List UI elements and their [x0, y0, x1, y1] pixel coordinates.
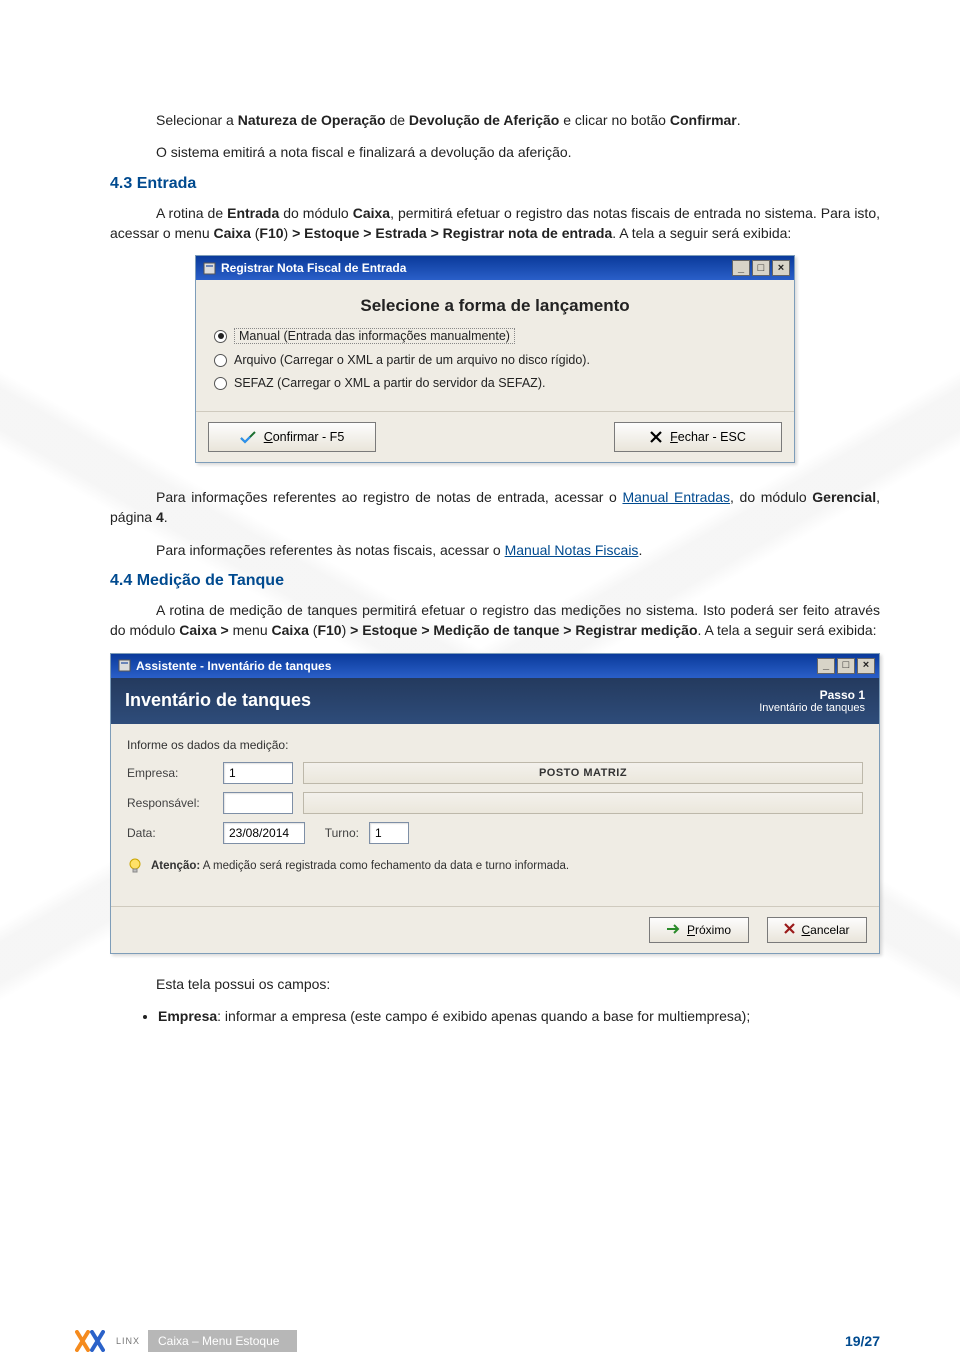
label-empresa: Empresa:	[127, 766, 213, 780]
page-number: 19/27	[845, 1333, 880, 1349]
display-empresa-name: POSTO MATRIZ	[303, 762, 863, 784]
input-responsavel-code[interactable]	[223, 792, 293, 814]
paragraph-entrada-desc: A rotina de Entrada do módulo Caixa, per…	[110, 203, 880, 244]
dialog-app-icon	[202, 261, 216, 275]
minimize-button[interactable]: _	[817, 658, 835, 674]
x-icon	[784, 923, 795, 937]
radio-icon	[214, 354, 227, 367]
paragraph-medicao-desc: A rotina de medição de tanques permitirá…	[110, 600, 880, 641]
input-empresa-code[interactable]	[223, 762, 293, 784]
radio-option-manual[interactable]: Manual (Entrada das informações manualme…	[214, 328, 776, 344]
paragraph-select-natureza: Selecionar a Natureza de Operação de Dev…	[110, 110, 880, 130]
banner-title: Inventário de tanques	[125, 690, 311, 711]
radio-icon	[214, 330, 227, 343]
dialog1-header: Selecione a forma de lançamento	[214, 296, 776, 316]
x-icon	[650, 431, 662, 443]
lightbulb-icon	[127, 858, 143, 874]
input-turno[interactable]	[369, 822, 409, 844]
heading-4-3-entrada: 4.3 Entrada	[110, 175, 880, 193]
dialog2-banner: Inventário de tanques Passo 1 Inventário…	[111, 678, 879, 724]
radio-option-arquivo[interactable]: Arquivo (Carregar o XML a partir de um a…	[214, 353, 776, 367]
paragraph-emit-nf: O sistema emitirá a nota fiscal e finali…	[110, 142, 880, 162]
row-responsavel: Responsável:	[127, 792, 863, 814]
minimize-button[interactable]: _	[732, 260, 750, 276]
attention-note: Atenção: A medição será registrada como …	[127, 858, 863, 874]
label-responsavel: Responsável:	[127, 796, 213, 810]
dialog1-titlebar: Registrar Nota Fiscal de Entrada _ □ ×	[196, 256, 794, 280]
row-data-turno: Data: Turno:	[127, 822, 863, 844]
label-turno: Turno:	[315, 826, 359, 840]
close-button[interactable]: Fechar - ESC	[614, 422, 782, 452]
row-empresa: Empresa: POSTO MATRIZ	[127, 762, 863, 784]
dialog-app-icon	[117, 659, 131, 673]
radio-label-sefaz: SEFAZ (Carregar o XML a partir do servid…	[234, 376, 545, 390]
heading-4-4-medicao-tanque: 4.4 Medição de Tanque	[110, 572, 880, 590]
link-manual-entradas[interactable]: Manual Entradas	[622, 489, 730, 505]
brand-text: LINX	[116, 1336, 140, 1346]
breadcrumb: Caixa – Menu Estoque	[148, 1330, 297, 1352]
dialog-inventario-tanques: Assistente - Inventário de tanques _ □ ×…	[110, 653, 880, 954]
paragraph-ref-manual-nf: Para informações referentes às notas fis…	[110, 540, 880, 560]
dialog2-title: Assistente - Inventário de tanques	[136, 659, 331, 673]
paragraph-ref-manual-entradas: Para informações referentes ao registro …	[110, 487, 880, 528]
dialog-registrar-nota-fiscal: Registrar Nota Fiscal de Entrada _ □ × S…	[195, 255, 795, 463]
arrow-right-icon	[667, 923, 681, 937]
banner-step: Passo 1	[759, 688, 865, 702]
next-button[interactable]: Próximo	[649, 917, 749, 943]
check-icon	[240, 431, 256, 444]
list-item: Empresa: informar a empresa (este campo …	[158, 1006, 880, 1026]
form-instruction: Informe os dados da medição:	[127, 738, 863, 752]
confirm-button[interactable]: Confirmar - F5	[208, 422, 376, 452]
input-data[interactable]	[223, 822, 305, 844]
maximize-button[interactable]: □	[752, 260, 770, 276]
display-responsavel-name	[303, 792, 863, 814]
linx-logo-icon	[70, 1328, 110, 1354]
radio-label-arquivo: Arquivo (Carregar o XML a partir de um a…	[234, 353, 590, 367]
close-window-button[interactable]: ×	[857, 658, 875, 674]
label-data: Data:	[127, 826, 213, 840]
link-manual-notas-fiscais[interactable]: Manual Notas Fiscais	[505, 542, 639, 558]
close-window-button[interactable]: ×	[772, 260, 790, 276]
paragraph-campos: Esta tela possui os campos:	[110, 974, 880, 994]
cancel-button[interactable]: Cancelar	[767, 917, 867, 943]
maximize-button[interactable]: □	[837, 658, 855, 674]
dialog2-titlebar: Assistente - Inventário de tanques _ □ ×	[111, 654, 879, 678]
dialog1-title: Registrar Nota Fiscal de Entrada	[221, 261, 406, 275]
banner-step-subtitle: Inventário de tanques	[759, 702, 865, 714]
field-list: Empresa: informar a empresa (este campo …	[158, 1006, 880, 1026]
radio-label-manual: Manual (Entrada das informações manualme…	[234, 328, 515, 344]
page-footer: LINX Caixa – Menu Estoque 19/27	[0, 1328, 960, 1354]
radio-option-sefaz[interactable]: SEFAZ (Carregar o XML a partir do servid…	[214, 376, 776, 390]
radio-icon	[214, 377, 227, 390]
